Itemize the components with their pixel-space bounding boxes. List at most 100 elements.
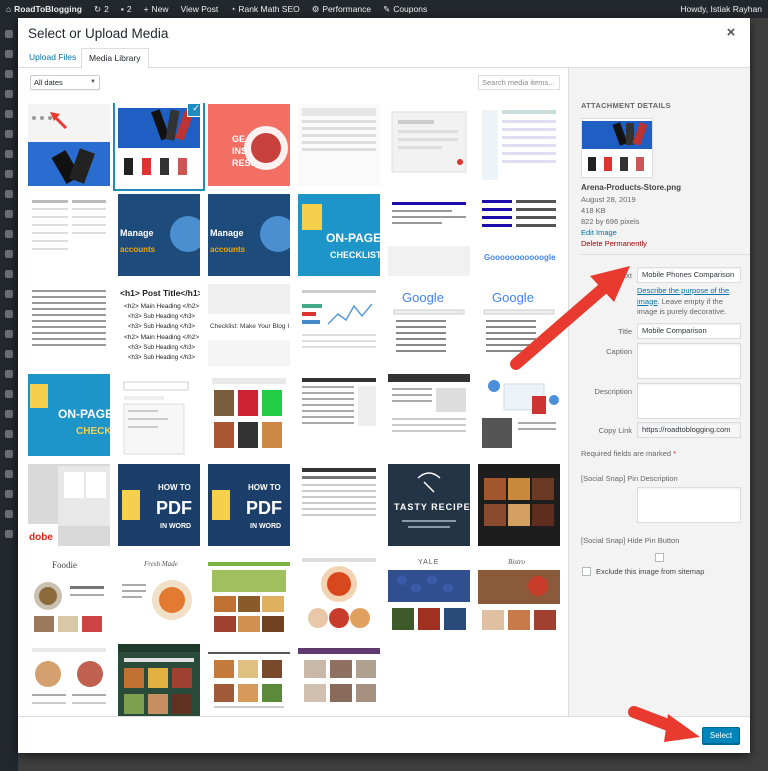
admin-bar-rank-math[interactable]: ◔ Rank Math SEO xyxy=(230,4,300,14)
media-thumb[interactable] xyxy=(298,284,380,366)
media-thumb[interactable]: <h1> Post Title</h1> <h2> Main Heading </… xyxy=(118,284,200,366)
description-field[interactable] xyxy=(637,383,741,419)
modal-title: Select or Upload Media xyxy=(28,26,169,41)
thumb-text: YALE xyxy=(418,559,439,566)
media-thumb[interactable]: ON-PAGE CHECKLIST xyxy=(298,194,380,276)
media-thumb[interactable] xyxy=(298,104,380,186)
pin-description-field[interactable] xyxy=(637,487,741,523)
thumb-text: PDF xyxy=(246,498,282,518)
media-thumb[interactable]: Bistro xyxy=(478,554,560,636)
select-button[interactable]: Select xyxy=(702,727,740,744)
media-thumb[interactable]: Gooooooooooogle xyxy=(478,194,560,276)
date-filter-value: All dates xyxy=(34,78,63,87)
thumb-text: HOW TO xyxy=(158,483,191,492)
media-thumb[interactable] xyxy=(208,554,290,636)
alt-text-field[interactable]: Mobile Phones Comparison xyxy=(637,267,741,283)
copy-link-label: Copy Link xyxy=(598,426,632,435)
media-thumb[interactable]: Foodie xyxy=(28,554,110,636)
media-thumb[interactable] xyxy=(28,284,110,366)
media-thumb[interactable]: HOW TO PDF IN WORD xyxy=(208,464,290,546)
alt-text-label: Alt Text xyxy=(607,271,632,280)
comment-icon: ▪ xyxy=(120,4,124,14)
media-thumb[interactable]: Google xyxy=(478,284,560,366)
attachment-filename: Arena-Products-Store.png xyxy=(581,183,682,192)
thumb-text: IN WORD xyxy=(160,523,191,530)
thumb-text: HOW TO xyxy=(248,483,281,492)
media-thumb[interactable] xyxy=(208,644,290,726)
date-filter-select[interactable]: All dates ▼ xyxy=(30,75,100,90)
thumb-text: <h1> Post Title</h1> xyxy=(120,288,200,298)
media-thumb[interactable] xyxy=(388,374,470,456)
media-thumb[interactable] xyxy=(28,644,110,726)
media-thumb[interactable]: Manage accounts xyxy=(118,194,200,276)
admin-bar-view-post[interactable]: View Post xyxy=(181,4,219,14)
media-modal: Select or Upload Media × Upload Files Me… xyxy=(18,18,750,753)
thumb-text: <h2> Main Heading </h2> xyxy=(124,334,199,341)
media-thumb[interactable] xyxy=(388,104,470,186)
search-input[interactable]: Search media items... xyxy=(478,75,560,90)
media-thumb[interactable] xyxy=(118,644,200,726)
media-thumb[interactable] xyxy=(118,374,200,456)
media-thumb[interactable]: YALE xyxy=(388,554,470,636)
media-thumb[interactable] xyxy=(298,464,380,546)
thumb-text: CHECKE xyxy=(76,426,110,437)
tab-media-library[interactable]: Media Library xyxy=(81,48,149,69)
thumb-text: <h3> Sub Heading </h3> xyxy=(128,314,196,320)
thumb-text: Fresh Made xyxy=(143,560,178,568)
caption-field[interactable] xyxy=(637,343,741,379)
coupon-icon: ✎ xyxy=(383,3,391,14)
admin-bar-performance[interactable]: ⚙ Performance xyxy=(312,4,371,15)
title-field[interactable]: Mobile Comparison xyxy=(637,323,741,339)
checkmark-icon[interactable]: ✓ xyxy=(188,104,200,116)
media-thumb[interactable]: Google xyxy=(388,284,470,366)
copy-link-field[interactable]: https://roadtoblogging.com xyxy=(637,422,741,438)
thumb-text: Gooooooooooogle xyxy=(484,253,556,262)
admin-bar-howdy[interactable]: Howdy, Istiak Rayhan xyxy=(680,4,762,14)
comments-count: 2 xyxy=(126,4,132,14)
admin-bar-comments[interactable]: ▪ 2 xyxy=(121,4,132,14)
media-thumb[interactable]: Checklist: Make Your Blog I xyxy=(208,284,290,366)
thumb-text: Bistro xyxy=(508,558,525,566)
thumb-text: Manage xyxy=(210,228,244,238)
media-thumb[interactable]: dobe xyxy=(28,464,110,546)
media-thumb[interactable] xyxy=(298,554,380,636)
admin-bar-updates[interactable]: ↻ 2 xyxy=(94,4,109,15)
media-thumb[interactable]: Manage accounts xyxy=(208,194,290,276)
media-thumb[interactable]: Fresh Made xyxy=(118,554,200,636)
media-thumb[interactable] xyxy=(298,374,380,456)
tab-upload-files[interactable]: Upload Files xyxy=(22,48,83,69)
media-thumb[interactable]: HOW TO PDF IN WORD xyxy=(118,464,200,546)
admin-bar-coupons[interactable]: ✎ Coupons xyxy=(383,4,427,15)
performance-label: Performance xyxy=(322,4,372,14)
thumb-text: INS xyxy=(232,146,247,156)
edit-image-link[interactable]: Edit Image xyxy=(581,228,617,237)
media-thumb-selected[interactable]: ✓ xyxy=(118,104,200,186)
thumb-text: accounts xyxy=(210,245,246,254)
thumb-text: Google xyxy=(492,290,534,305)
thumb-text: PDF xyxy=(156,498,192,518)
thumb-text: CHECKLIST xyxy=(330,250,380,260)
media-thumb[interactable] xyxy=(28,104,110,186)
exclude-sitemap-checkbox[interactable] xyxy=(582,567,591,576)
alt-text-help: Describe the purpose of the image. Leave… xyxy=(637,286,743,318)
hide-pin-label: [Social Snap] Hide Pin Button xyxy=(581,536,680,545)
media-thumb[interactable]: GE INS RESS xyxy=(208,104,290,186)
media-thumb[interactable]: TASTY RECIPES xyxy=(388,464,470,546)
admin-bar-new[interactable]: + New xyxy=(144,4,169,14)
delete-permanently-link[interactable]: Delete Permanently xyxy=(581,239,647,248)
media-thumb[interactable] xyxy=(28,194,110,276)
media-thumb[interactable]: ON-PAGE CHECKE xyxy=(28,374,110,456)
description-label: Description xyxy=(594,387,632,396)
media-thumb[interactable] xyxy=(478,464,560,546)
admin-bar-site[interactable]: ⌂ RoadToBlogging xyxy=(6,4,82,14)
media-thumb[interactable] xyxy=(388,194,470,276)
hide-pin-checkbox[interactable] xyxy=(655,553,664,562)
performance-icon: ⚙ xyxy=(311,3,320,14)
thumb-text: Google xyxy=(402,290,444,305)
media-thumb[interactable] xyxy=(208,374,290,456)
close-icon[interactable]: × xyxy=(722,24,740,42)
thumb-text: TASTY RECIPES xyxy=(394,502,470,512)
media-thumb[interactable] xyxy=(478,374,560,456)
media-thumb[interactable] xyxy=(298,644,380,726)
media-thumb[interactable] xyxy=(478,104,560,186)
